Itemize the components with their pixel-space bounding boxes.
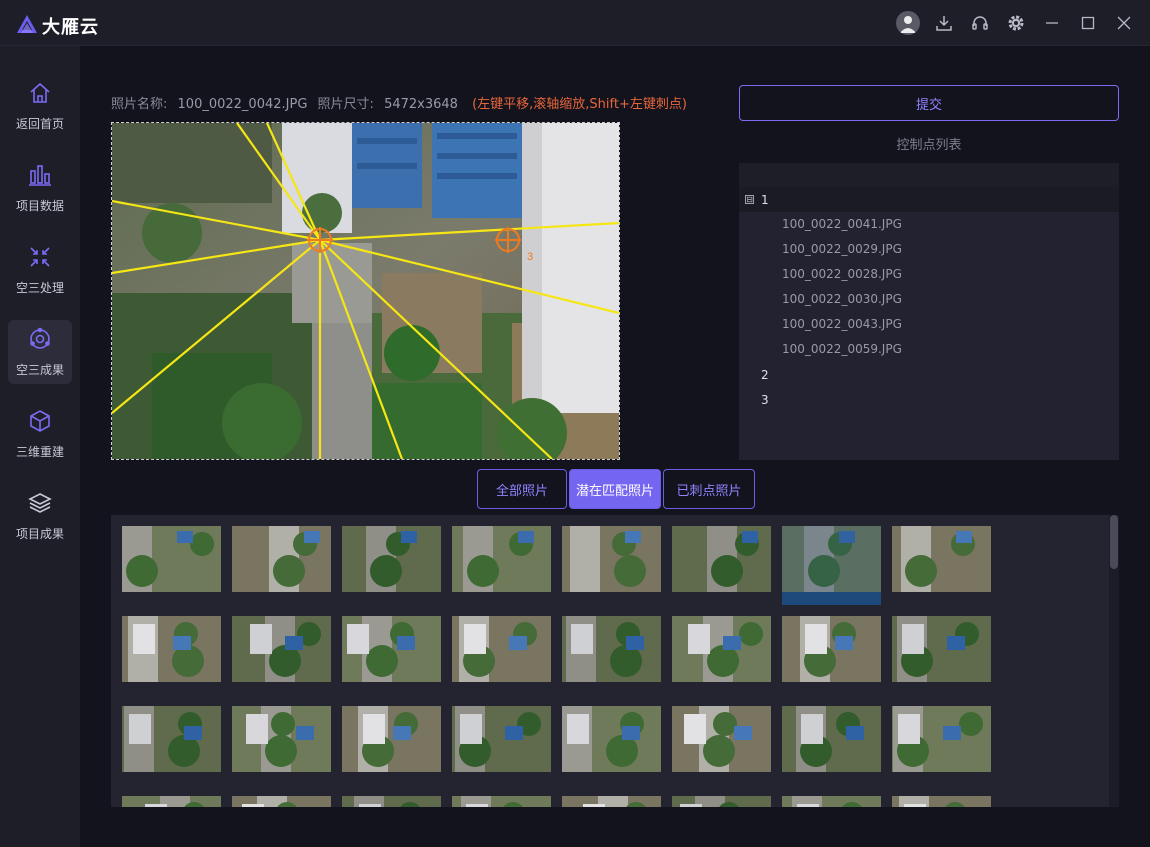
submit-button[interactable]: 提交 — [739, 85, 1119, 121]
control-point-id: 3 — [761, 392, 769, 407]
photo-thumbnail[interactable] — [452, 706, 551, 772]
photo-name-label: 照片名称: — [111, 97, 168, 112]
photo-thumbnail[interactable] — [892, 796, 991, 807]
photo-thumbnail[interactable] — [782, 796, 881, 807]
app-title: 大雁云 — [42, 17, 99, 38]
photo-thumbnail[interactable] — [782, 706, 881, 772]
photo-thumbnail[interactable] — [452, 526, 551, 592]
photo-size-value: 5472x3648 — [384, 97, 458, 112]
photo-thumbnail[interactable] — [892, 526, 991, 592]
sidebar-item-label: 三维重建 — [15, 444, 64, 459]
marker-label: 3 — [527, 251, 533, 263]
app-logo: 大雁云 — [16, 13, 99, 39]
photo-thumbnail[interactable] — [562, 526, 661, 592]
control-point-photo[interactable]: 100_0022_0059.JPG — [739, 337, 1119, 362]
photo-thumbnail[interactable] — [342, 526, 441, 592]
operation-hint: (左键平移,滚轴缩放,Shift+左键刺点) — [472, 97, 687, 112]
user-avatar-icon[interactable] — [896, 11, 920, 35]
collapse-icon[interactable]: ⊟ — [745, 195, 754, 204]
control-point-id: 2 — [761, 367, 769, 382]
sidebar-item-project-result[interactable]: 项目成果 — [8, 484, 72, 548]
photo-gallery — [111, 515, 1119, 807]
photo-filter-tabs: 全部照片 潜在匹配照片 已刺点照片 — [477, 469, 757, 509]
photo-thumbnail[interactable] — [122, 616, 221, 682]
control-point-list-title: 控制点列表 — [896, 138, 962, 153]
photo-thumbnail[interactable] — [342, 616, 441, 682]
sidebar-item-project-data[interactable]: 项目数据 — [8, 156, 72, 220]
minimize-icon[interactable] — [1040, 11, 1064, 35]
photo-thumbnail[interactable] — [672, 706, 771, 772]
photo-thumbnail[interactable] — [562, 616, 661, 682]
photo-thumbnail[interactable] — [892, 706, 991, 772]
photo-info: 照片名称: 100_0022_0042.JPG 照片尺寸: 5472x3648 … — [111, 93, 687, 112]
sidebar-item-label: 项目数据 — [15, 198, 64, 213]
photo-thumbnail[interactable] — [452, 616, 551, 682]
control-point-group-2[interactable]: 2 — [739, 362, 1119, 387]
sidebar: 返回首页 项目数据 空三处理 空三成果 三维重建 项目成果 — [0, 46, 80, 847]
control-point-photo[interactable]: 100_0022_0029.JPG — [739, 237, 1119, 262]
control-point-id: 1 — [761, 192, 769, 207]
photo-thumbnail[interactable] — [672, 616, 771, 682]
control-point-group-1[interactable]: ⊟ 1 — [739, 187, 1119, 212]
control-point-list-header — [739, 163, 1119, 187]
aerial-photo[interactable]: 3 — [112, 123, 619, 459]
close-icon[interactable] — [1112, 11, 1136, 35]
photo-viewer[interactable]: 3 — [111, 122, 620, 460]
photo-thumbnail[interactable] — [122, 526, 221, 592]
aerial-triangulation-icon — [28, 245, 52, 273]
sidebar-item-3d-reconstruction[interactable]: 三维重建 — [8, 402, 72, 466]
tab-potential-match-photos[interactable]: 潜在匹配照片 — [569, 469, 661, 509]
gear-icon[interactable] — [1004, 11, 1028, 35]
main-content: 照片名称: 100_0022_0042.JPG 照片尺寸: 5472x3648 … — [80, 46, 1150, 847]
cube-icon — [28, 409, 52, 437]
photo-thumbnail[interactable] — [342, 796, 441, 807]
photo-thumbnail[interactable] — [452, 796, 551, 807]
photo-thumbnail[interactable] — [232, 796, 331, 807]
layers-icon — [28, 491, 52, 519]
maximize-icon[interactable] — [1076, 11, 1100, 35]
photo-name-value: 100_0022_0042.JPG — [177, 97, 308, 112]
sidebar-item-label: 空三处理 — [15, 280, 64, 295]
sidebar-item-at-result[interactable]: 空三成果 — [8, 320, 72, 384]
title-bar: 大雁云 — [0, 0, 1150, 46]
download-icon[interactable] — [932, 11, 956, 35]
headset-icon[interactable] — [968, 11, 992, 35]
control-point-photo[interactable]: 100_0022_0043.JPG — [739, 312, 1119, 337]
photo-thumbnail[interactable] — [562, 706, 661, 772]
photo-size-label: 照片尺寸: — [317, 97, 374, 112]
photo-thumbnail[interactable] — [782, 616, 881, 682]
control-point-photo[interactable]: 100_0022_0030.JPG — [739, 287, 1119, 312]
photo-thumbnail[interactable] — [782, 526, 881, 605]
result-icon — [28, 327, 52, 355]
sidebar-item-at-processing[interactable]: 空三处理 — [8, 238, 72, 302]
sidebar-item-label: 空三成果 — [15, 362, 64, 377]
photo-thumbnail[interactable] — [122, 706, 221, 772]
control-point-photo[interactable]: 100_0022_0028.JPG — [739, 262, 1119, 287]
photo-thumbnail[interactable] — [232, 616, 331, 682]
logo-icon — [16, 14, 38, 38]
control-point-group-3[interactable]: 3 — [739, 387, 1119, 412]
sidebar-item-label: 项目成果 — [15, 526, 64, 541]
tab-all-photos[interactable]: 全部照片 — [477, 469, 567, 509]
sidebar-item-home[interactable]: 返回首页 — [8, 74, 72, 138]
photo-thumbnail[interactable] — [232, 706, 331, 772]
home-icon — [28, 81, 52, 109]
photo-thumbnail[interactable] — [562, 796, 661, 807]
photo-thumbnail[interactable] — [232, 526, 331, 592]
scrollbar-thumb[interactable] — [1110, 515, 1118, 569]
photo-thumbnail[interactable] — [892, 616, 991, 682]
photo-thumbnail[interactable] — [342, 706, 441, 772]
photo-thumbnail[interactable] — [672, 526, 771, 592]
tab-marked-photos[interactable]: 已刺点照片 — [663, 469, 755, 509]
bar-chart-icon — [28, 163, 52, 191]
gallery-scrollbar[interactable] — [1109, 515, 1119, 807]
control-point-photo[interactable]: 100_0022_0041.JPG — [739, 212, 1119, 237]
control-point-list: ⊟ 1 100_0022_0041.JPG 100_0022_0029.JPG … — [739, 163, 1119, 460]
photo-thumbnail[interactable] — [672, 796, 771, 807]
sidebar-item-label: 返回首页 — [15, 116, 64, 131]
photo-thumbnail[interactable] — [122, 796, 221, 807]
